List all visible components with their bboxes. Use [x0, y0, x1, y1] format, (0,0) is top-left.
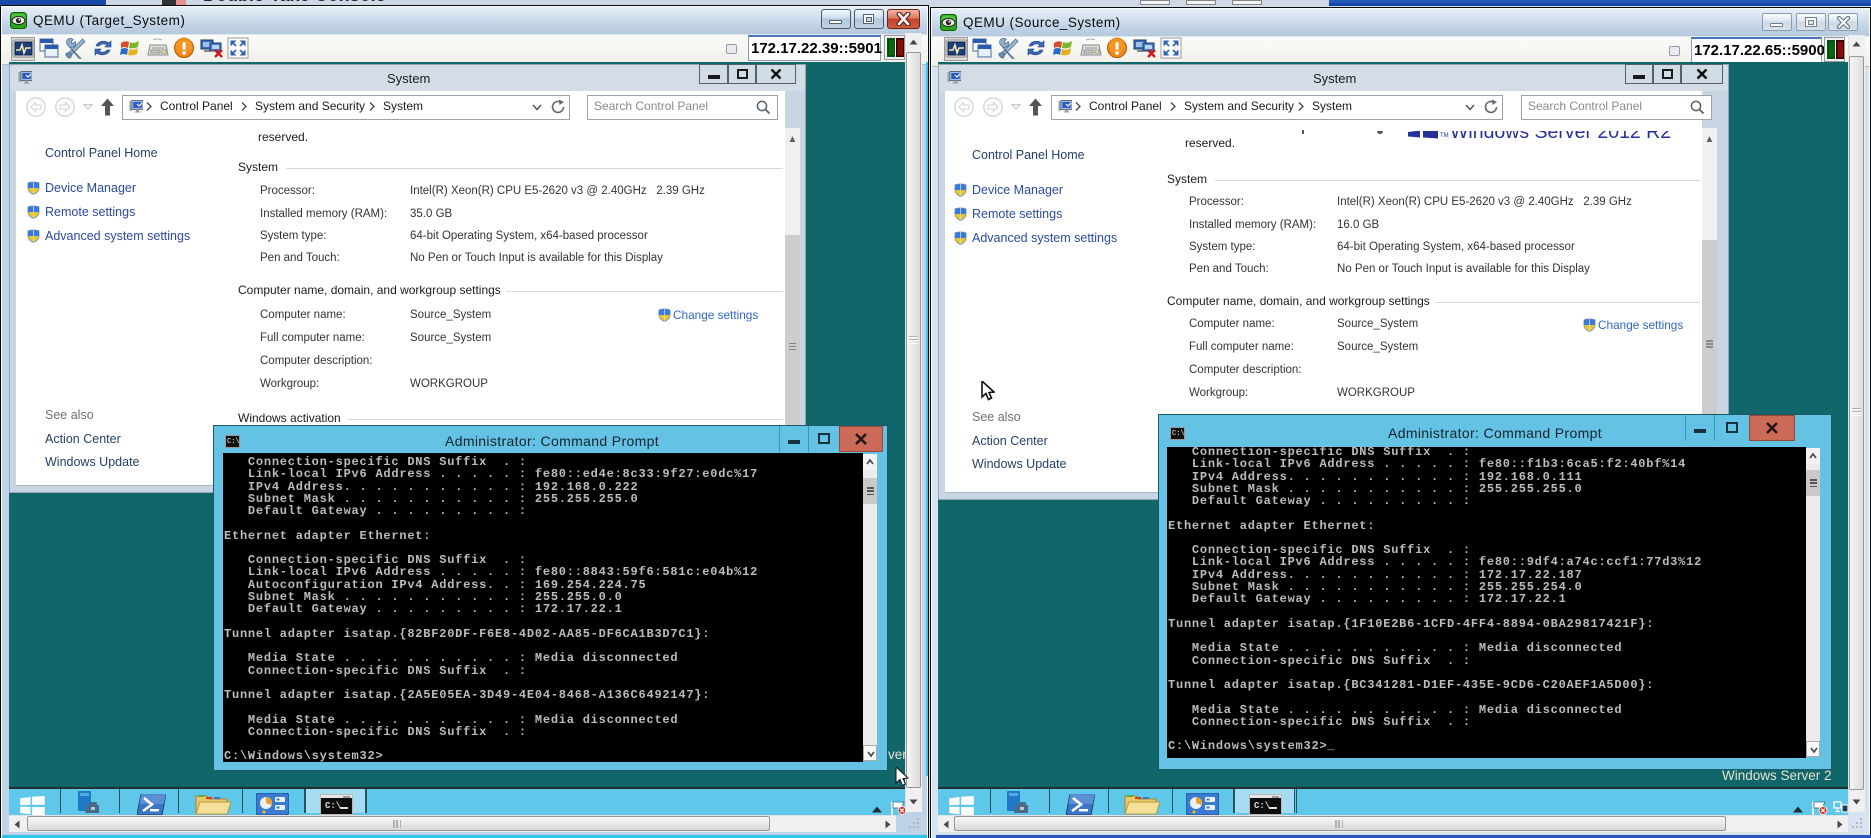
svg-text:TM: TM: [1440, 133, 1449, 139]
svg-text:Windows Server 2012 R2: Windows Server 2012 R2: [1450, 131, 1671, 140]
